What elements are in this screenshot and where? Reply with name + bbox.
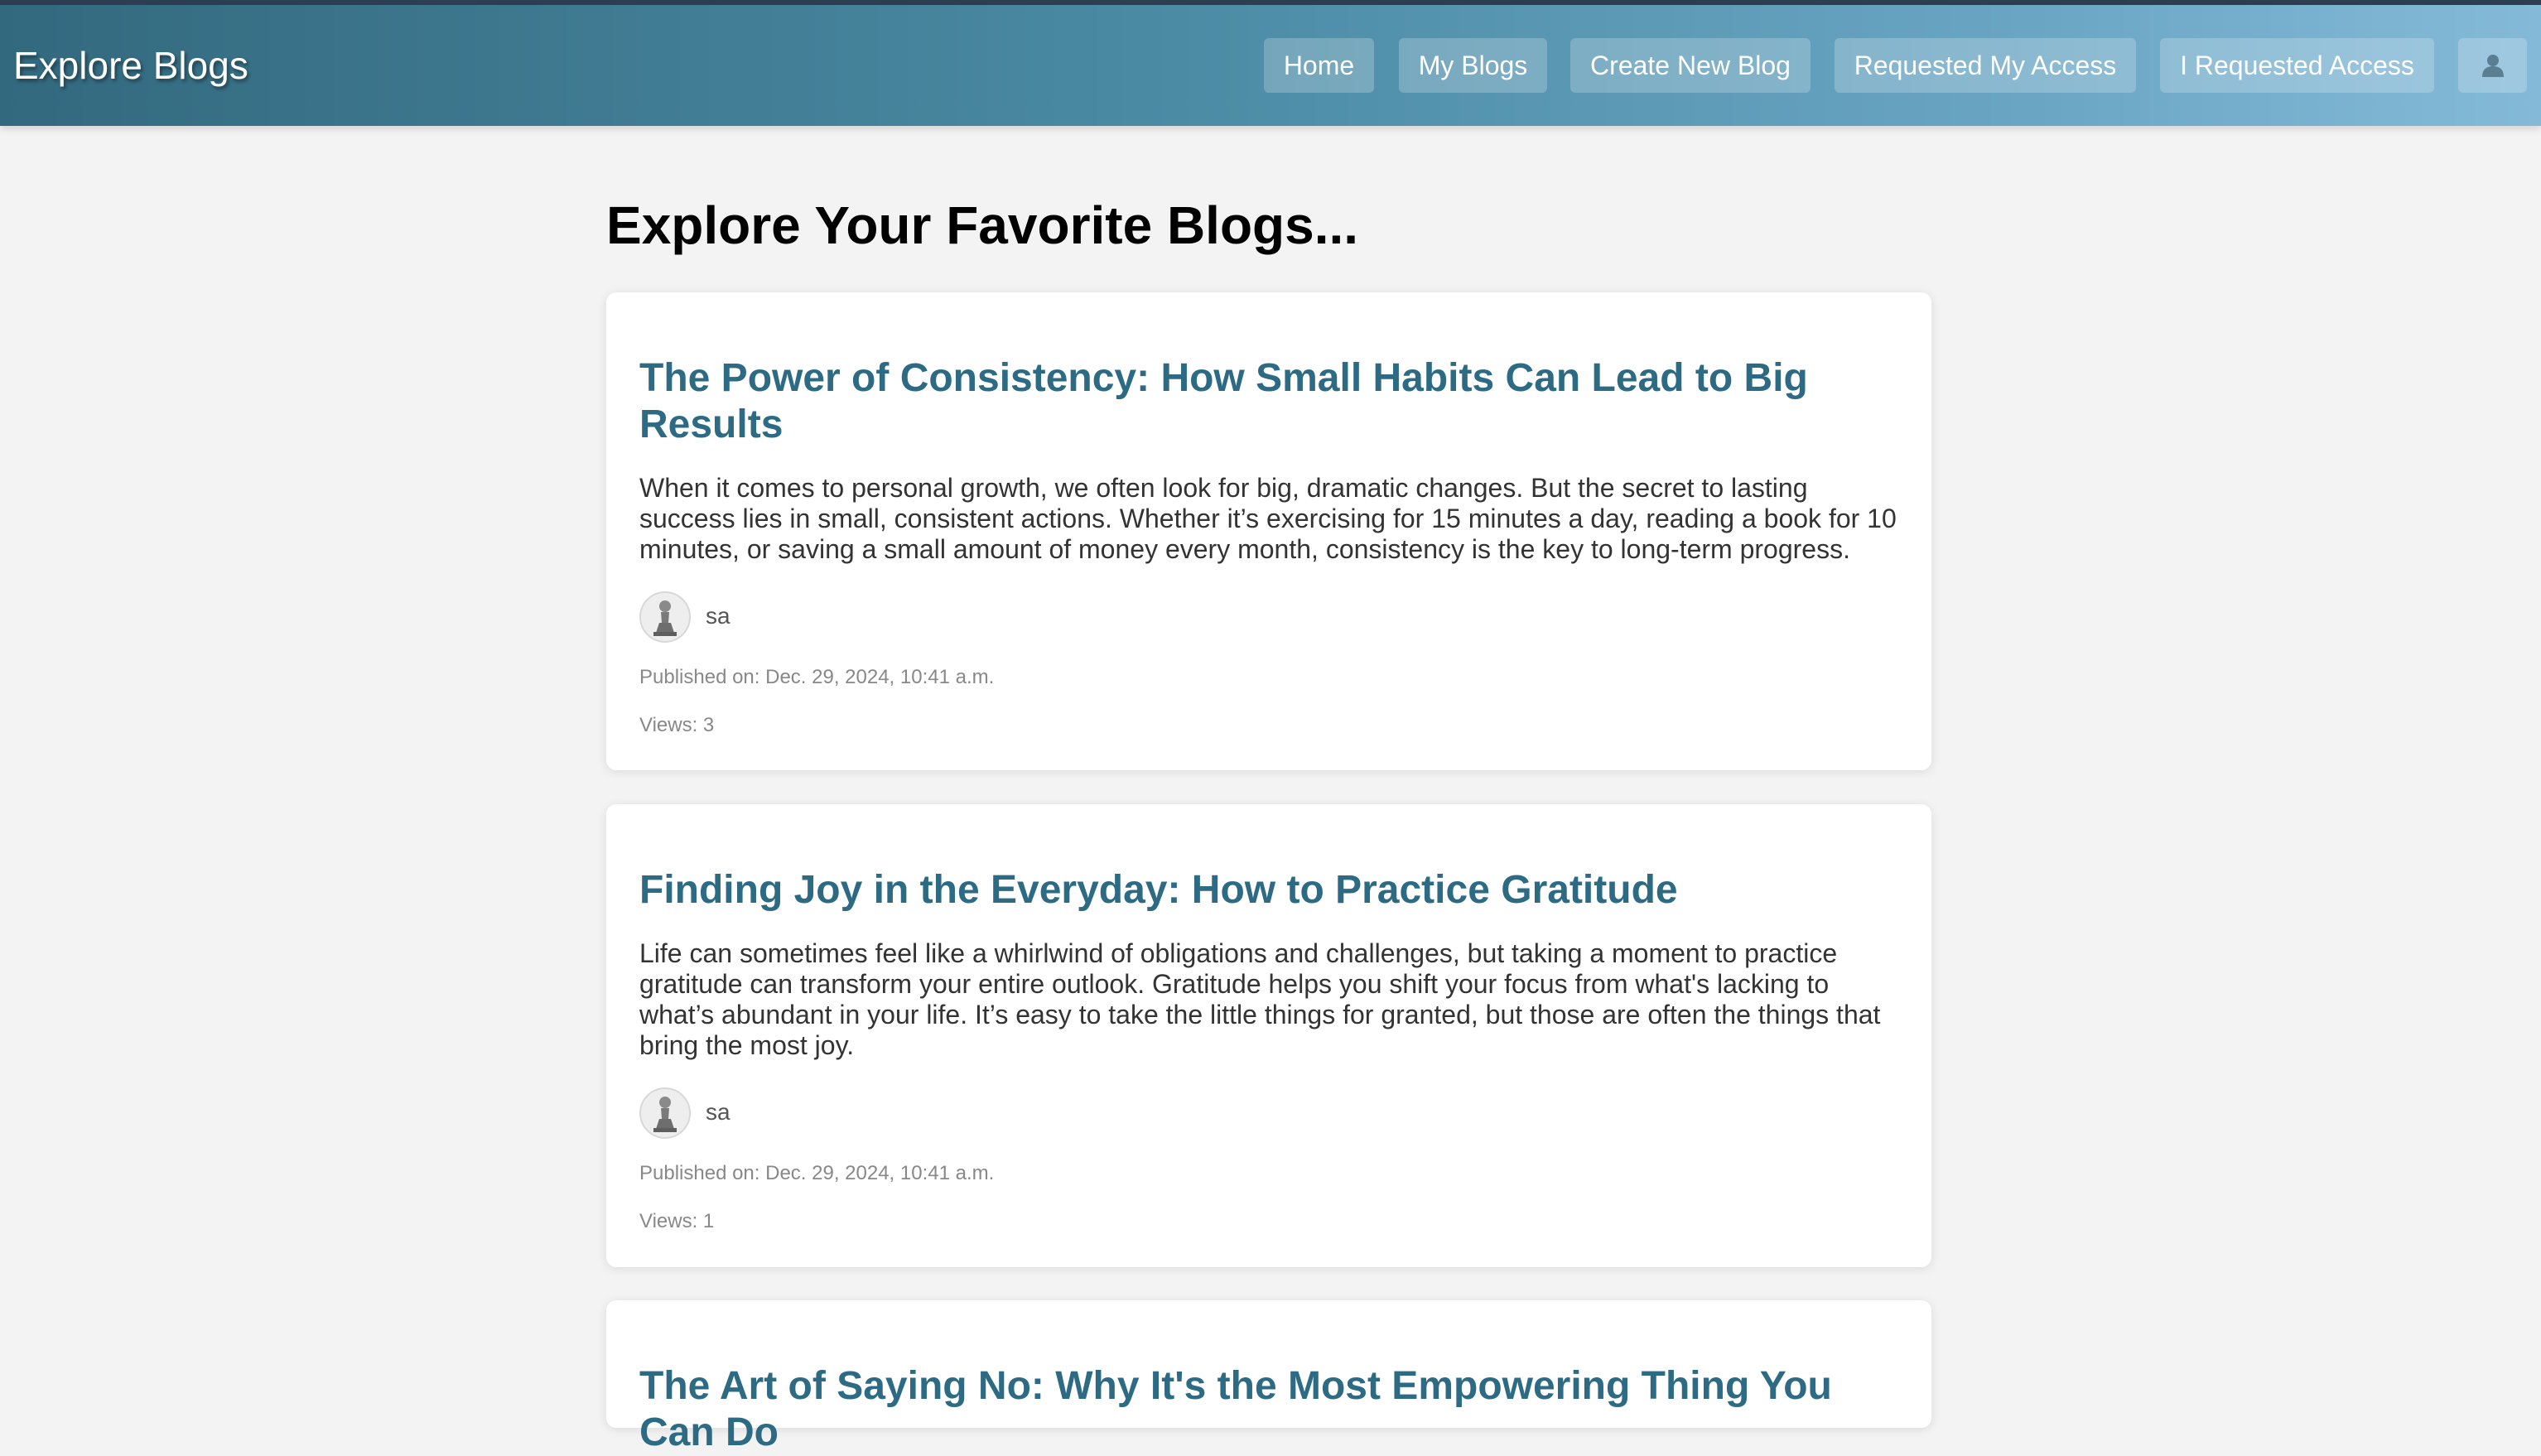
blog-title[interactable]: The Art of Saying No: Why It's the Most …: [639, 1300, 1898, 1456]
published-date: Published on: Dec. 29, 2024, 10:41 a.m.: [639, 1162, 995, 1184]
navbar: Explore Blogs Home My Blogs Create New B…: [0, 5, 2541, 126]
blog-card[interactable]: Finding Joy in the Everyday: How to Prac…: [606, 804, 1931, 1267]
blog-title[interactable]: The Power of Consistency: How Small Habi…: [639, 292, 1898, 448]
blog-excerpt: Life can sometimes feel like a whirlwind…: [639, 938, 1881, 1060]
author-name[interactable]: sa: [706, 1097, 730, 1127]
published-date: Published on: Dec. 29, 2024, 10:41 a.m.: [639, 666, 995, 688]
author-info: sa: [639, 591, 1898, 643]
view-count: Views: 1: [639, 1210, 715, 1232]
blog-title[interactable]: Finding Joy in the Everyday: How to Prac…: [639, 804, 1898, 914]
chess-pawn-icon: [653, 600, 677, 636]
author-name[interactable]: sa: [706, 601, 730, 631]
author-info: sa: [639, 1087, 1898, 1139]
blog-card[interactable]: The Power of Consistency: How Small Habi…: [606, 292, 1931, 770]
view-count: Views: 3: [639, 714, 715, 736]
nav-my-blogs-button[interactable]: My Blogs: [1399, 38, 1547, 93]
blog-card[interactable]: The Art of Saying No: Why It's the Most …: [606, 1300, 1931, 1454]
avatar: [639, 591, 691, 643]
avatar: [639, 1087, 691, 1139]
brand-title[interactable]: Explore Blogs: [13, 41, 248, 89]
nav-home-button[interactable]: Home: [1264, 38, 1374, 93]
nav-requested-my-access-button[interactable]: Requested My Access: [1835, 38, 2136, 93]
page-title: Explore Your Favorite Blogs...: [606, 195, 1359, 255]
chess-pawn-icon: [653, 1097, 677, 1132]
nav-create-new-blog-button[interactable]: Create New Blog: [1570, 38, 1811, 93]
user-icon: [2481, 55, 2504, 77]
nav-i-requested-access-button[interactable]: I Requested Access: [2160, 38, 2434, 93]
profile-button[interactable]: [2458, 38, 2527, 93]
blog-excerpt: When it comes to personal growth, we oft…: [639, 473, 1897, 564]
